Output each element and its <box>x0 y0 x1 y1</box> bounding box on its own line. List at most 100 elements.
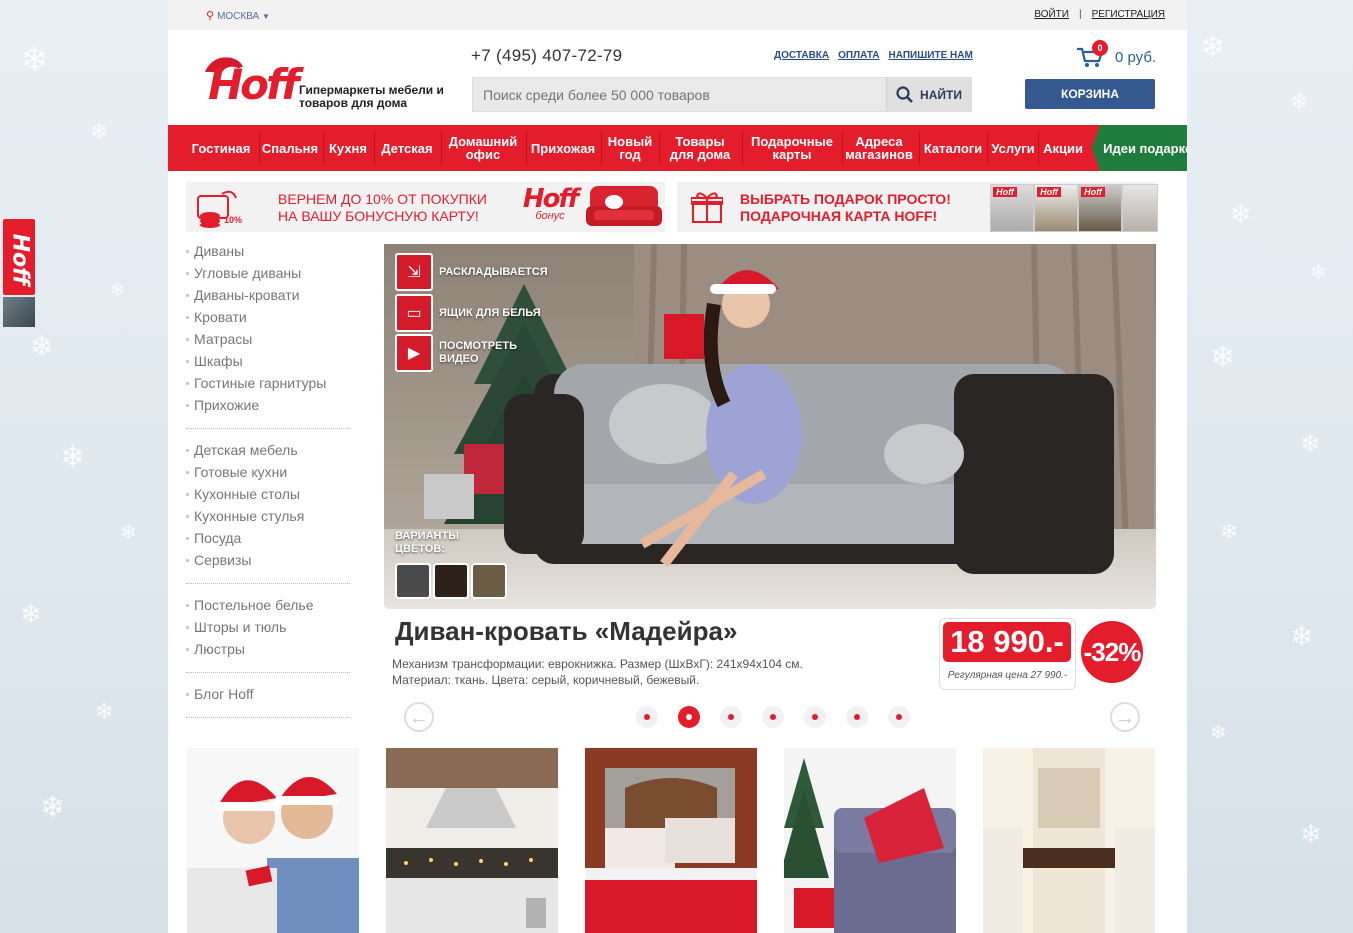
menu-item-sofas[interactable]: Диваны <box>186 242 356 264</box>
nav-item-kitchen[interactable]: Кухня <box>325 125 371 171</box>
product-description: Механизм трансформации: еврокнижка. Разм… <box>392 656 852 688</box>
regular-price: Регулярная цена 27 990.- <box>947 670 1068 681</box>
menu-item-hallways[interactable]: Прихожие <box>186 396 356 418</box>
menu-item-kitchen-chairs[interactable]: Кухонные стулья <box>186 507 356 529</box>
menu-divider <box>186 662 350 673</box>
logo-wordmark: Hoff <box>208 60 300 109</box>
menu-item-beds[interactable]: Кровати <box>186 308 356 330</box>
menu-item-curtains[interactable]: Шторы и тюль <box>186 618 356 640</box>
menu-item-bedding[interactable]: Постельное белье <box>186 596 356 618</box>
menu-item-corner-sofas[interactable]: Угловые диваны <box>186 264 356 286</box>
bonus-text: ВЕРНЕМ ДО 10% ОТ ПОКУПКИ НА ВАШУ БОНУСНУ… <box>278 191 487 224</box>
search-button[interactable]: НАЙТИ <box>886 78 971 111</box>
gift-card-4 <box>1122 184 1158 232</box>
unfold-icon: ⇲ <box>395 253 433 291</box>
phone-number[interactable]: +7 (495) 407-72-79 <box>471 46 622 66</box>
contact-link[interactable]: НАПИШИТЕ НАМ <box>889 50 973 61</box>
slider-dot[interactable] <box>762 706 784 728</box>
menu-item-ready-kitchens[interactable]: Готовые кухни <box>186 463 356 485</box>
city-selector[interactable]: ⚲ МОСКВА ▼ <box>206 9 270 22</box>
slider-dot[interactable] <box>804 706 826 728</box>
gift-card-1: Hoff <box>990 184 1034 232</box>
nav-item-gift-ideas-label: Идеи подарков <box>1103 140 1187 156</box>
menu-item-wardrobes[interactable]: Шкафы <box>186 352 356 374</box>
feature-watch-video[interactable]: ▶ ПОСМОТРЕТЬ ВИДЕО <box>395 334 529 372</box>
promo-tile-bedding[interactable] <box>585 748 757 933</box>
gift-box-icon <box>691 192 723 223</box>
slider-dot[interactable] <box>678 706 700 728</box>
nav-item-promotions[interactable]: Акции <box>1040 125 1086 171</box>
hoff-logo[interactable]: Hoff <box>196 52 300 112</box>
menu-divider <box>186 573 350 584</box>
nav-item-catalogs[interactable]: Каталоги <box>921 125 985 171</box>
menu-item-kids-furniture[interactable]: Детская мебель <box>186 441 356 463</box>
delivery-link[interactable]: ДОСТАВКА <box>774 50 829 61</box>
color-swatch-brown[interactable] <box>433 563 469 599</box>
nav-item-gift-ideas[interactable]: Идеи подарков <box>1092 125 1187 171</box>
search-input[interactable] <box>473 78 903 111</box>
promo-tile-textiles[interactable] <box>784 748 956 933</box>
nav-item-home-goods[interactable]: Товары для дома <box>662 125 738 171</box>
register-link[interactable]: РЕГИСТРАЦИЯ <box>1092 9 1165 20</box>
main-nav: Гостиная Спальня Кухня Детская Домашний … <box>168 125 1187 171</box>
slider-dot[interactable] <box>720 706 742 728</box>
side-thumbnail[interactable] <box>3 297 35 327</box>
menu-item-sofa-beds[interactable]: Диваны-кровати <box>186 286 356 308</box>
login-link[interactable]: ВОЙТИ <box>1034 9 1069 20</box>
menu-item-kitchen-tables[interactable]: Кухонные столы <box>186 485 356 507</box>
bonus-banner[interactable]: 10% ВЕРНЕМ ДО 10% ОТ ПОКУПКИ НА ВАШУ БОН… <box>186 182 665 232</box>
menu-item-tableware-sets[interactable]: Сервизы <box>186 551 356 573</box>
hero-slide[interactable]: ⇲ РАСКЛАДЫВАЕТСЯ ▭ ЯЩИК ДЛЯ БЕЛЬЯ ▶ ПОСМ… <box>384 244 1156 609</box>
tagline: Гипермаркеты мебели и товаров для дома <box>299 83 444 110</box>
menu-item-blog[interactable]: Блог Hoff <box>186 685 356 707</box>
kitchen-image <box>386 748 558 933</box>
cart-sum[interactable]: 0 руб. <box>1115 49 1156 66</box>
dining-image <box>983 748 1155 933</box>
nav-item-store-addresses[interactable]: Адреса магазинов <box>842 125 916 171</box>
cart-count-badge: 0 <box>1092 40 1108 56</box>
menu-item-dishes[interactable]: Посуда <box>186 529 356 551</box>
side-hoff-tab[interactable]: Hoff <box>3 219 35 295</box>
promo-tile-kitchen[interactable] <box>386 748 558 933</box>
cart-button[interactable]: КОРЗИНА <box>1025 79 1155 109</box>
nav-item-hallway[interactable]: Прихожая <box>528 125 598 171</box>
search-icon <box>896 85 913 103</box>
slider-dot[interactable] <box>636 706 658 728</box>
gift-card-banner[interactable]: ВЫБРАТЬ ПОДАРОК ПРОСТО! ПОДАРОЧНАЯ КАРТА… <box>677 182 1158 232</box>
promo-tile-gifts[interactable] <box>187 748 359 933</box>
promo-tile-dining[interactable] <box>983 748 1155 933</box>
nav-item-gift-cards[interactable]: Подарочные карты <box>744 125 840 171</box>
price-box: 18 990.- Регулярная цена 27 990.- <box>939 618 1076 690</box>
nav-item-new-year[interactable]: Новый год <box>603 125 657 171</box>
category-menu: Диваны Угловые диваны Диваны-кровати Кро… <box>186 242 356 730</box>
divider: | <box>1078 9 1082 20</box>
slider-dot[interactable] <box>888 706 910 728</box>
gift-card-2: Hoff <box>1034 184 1078 232</box>
menu-item-mattresses[interactable]: Матрасы <box>186 330 356 352</box>
auth-links: ВОЙТИ | РЕГИСТРАЦИЯ <box>1034 9 1165 20</box>
nav-item-home-office[interactable]: Домашний офис <box>442 125 524 171</box>
page-container: ⚲ МОСКВА ▼ ВОЙТИ | РЕГИСТРАЦИЯ Hoff Гиперма… <box>168 0 1187 933</box>
color-variants-label: ВАРИАНТЫ ЦВЕТОВ: <box>395 530 459 555</box>
location-pin-icon: ⚲ <box>206 10 215 22</box>
couple-image <box>187 748 359 933</box>
slider-dot[interactable] <box>846 706 868 728</box>
nav-item-bedroom[interactable]: Спальня <box>260 125 320 171</box>
color-swatch-beige[interactable] <box>471 563 507 599</box>
feature-storage-box-label: ЯЩИК ДЛЯ БЕЛЬЯ <box>439 306 541 319</box>
slider-prev-arrow-icon[interactable]: ← <box>404 702 434 732</box>
nav-item-services[interactable]: Услуги <box>989 125 1037 171</box>
menu-item-chandeliers[interactable]: Люстры <box>186 640 356 662</box>
feature-storage-box[interactable]: ▭ ЯЩИК ДЛЯ БЕЛЬЯ <box>395 294 541 332</box>
city-label: МОСКВА <box>217 11 260 22</box>
color-swatch-grey[interactable] <box>395 563 431 599</box>
payment-link[interactable]: ОПЛАТА <box>838 50 879 61</box>
feature-unfolds[interactable]: ⇲ РАСКЛАДЫВАЕТСЯ <box>395 253 548 291</box>
slider-next-arrow-icon[interactable]: → <box>1110 702 1140 732</box>
nav-item-kids[interactable]: Детская <box>376 125 438 171</box>
discount-badge: -32% <box>1081 621 1143 683</box>
sofa-pillow-image <box>784 748 956 933</box>
menu-item-living-room-sets[interactable]: Гостиные гарнитуры <box>186 374 356 396</box>
nav-item-living-room[interactable]: Гостиная <box>188 125 254 171</box>
product-title[interactable]: Диван-кровать «Мадейра» <box>395 616 737 647</box>
